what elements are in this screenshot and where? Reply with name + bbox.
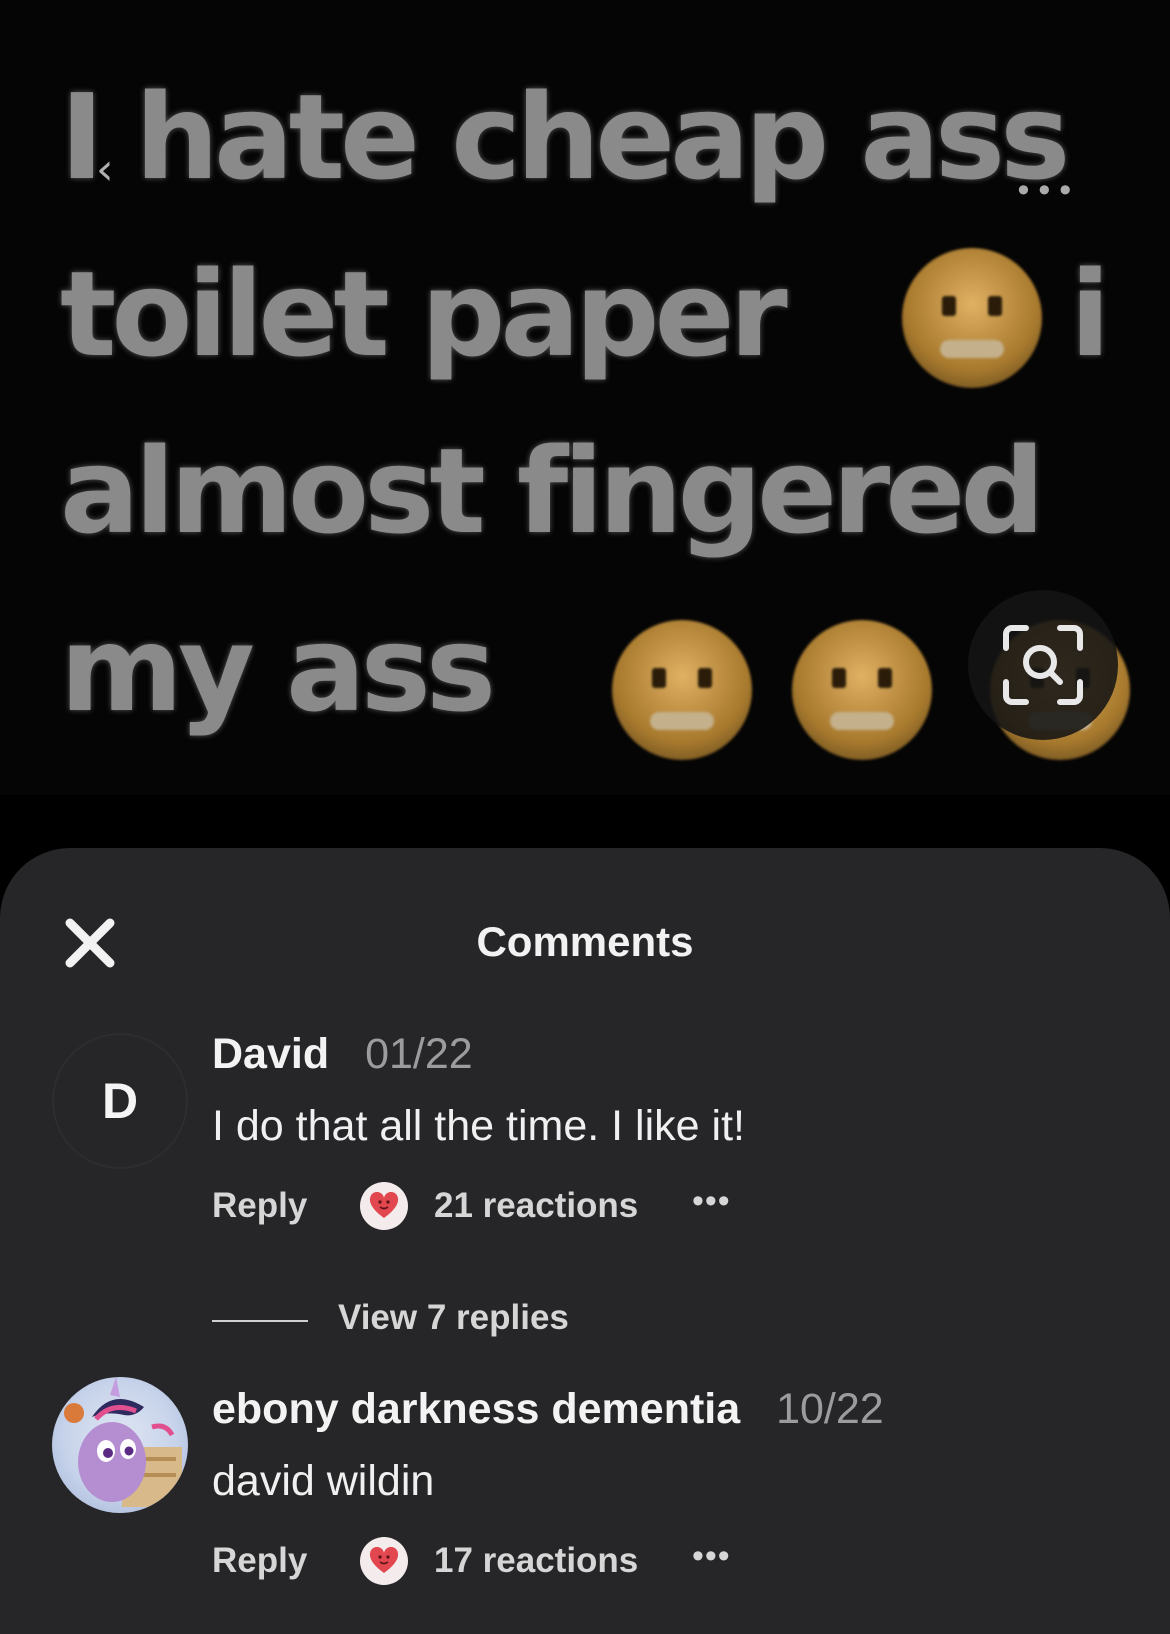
angry-face-emoji-icon — [902, 248, 1042, 388]
angry-face-emoji-icon — [612, 620, 752, 760]
more-options-icon[interactable]: ••• — [692, 1537, 731, 1576]
reply-button[interactable]: Reply — [212, 1186, 307, 1226]
avatar[interactable]: D — [52, 1033, 188, 1169]
reaction-count[interactable]: 21 reactions — [434, 1186, 638, 1226]
divider — [212, 1320, 308, 1322]
meme-text-line-3: almost fingered — [60, 422, 1045, 560]
comment-author[interactable]: ebony darkness dementia — [212, 1385, 740, 1433]
more-options-icon[interactable]: ••• — [692, 1182, 731, 1221]
comment-text: david wildin — [212, 1457, 435, 1505]
heart-reaction-icon[interactable] — [360, 1182, 408, 1230]
comment-header: ebony darkness dementia 10/22 — [212, 1385, 884, 1434]
more-options-icon[interactable]: ••• — [1014, 172, 1077, 210]
comment-text: I do that all the time. I like it! — [212, 1102, 745, 1150]
comment-date: 01/22 — [365, 1030, 473, 1078]
comment-date: 10/22 — [776, 1385, 884, 1433]
visual-search-icon — [1003, 625, 1083, 705]
comment-header: David 01/22 — [212, 1030, 473, 1079]
comment-actions: Reply 17 reactions ••• — [212, 1537, 812, 1591]
visual-search-button[interactable] — [968, 590, 1118, 740]
pony-avatar-icon[interactable] — [52, 1377, 188, 1513]
angry-face-emoji-icon — [792, 620, 932, 760]
reply-button[interactable]: Reply — [212, 1541, 307, 1581]
meme-text-line-2: toilet paper i — [60, 245, 1111, 383]
meme-text-line-4: my ass — [60, 600, 496, 738]
comment-actions: Reply 21 reactions ••• — [212, 1182, 812, 1236]
post-image[interactable]: I hate cheap ass toilet paper i almost f… — [0, 0, 1170, 795]
back-chevron-icon[interactable]: ‹ — [96, 148, 120, 192]
view-replies-button[interactable]: View 7 replies — [212, 1298, 712, 1338]
view-replies-label: View 7 replies — [338, 1298, 569, 1337]
reaction-count[interactable]: 17 reactions — [434, 1541, 638, 1581]
comment-author[interactable]: David — [212, 1030, 329, 1078]
meme-text-line-1: I hate cheap ass — [60, 68, 1070, 206]
heart-reaction-icon[interactable] — [360, 1537, 408, 1585]
sheet-title: Comments — [476, 918, 694, 965]
